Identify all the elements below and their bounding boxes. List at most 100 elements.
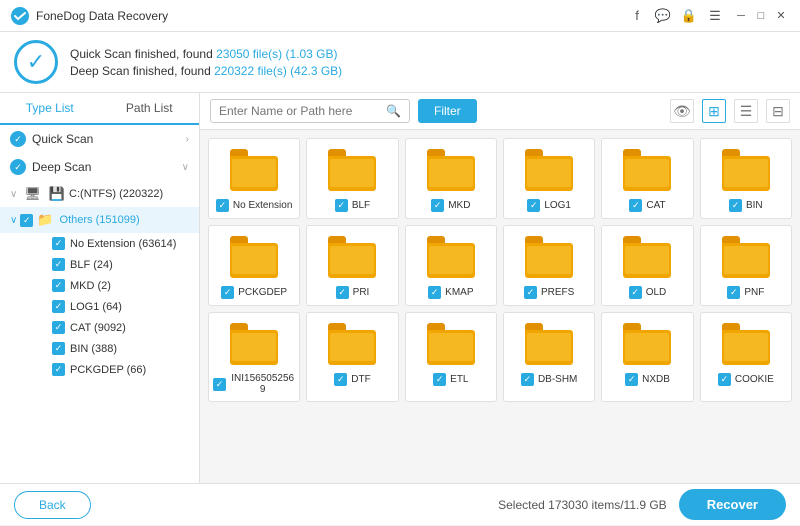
log1-label: LOG1 (64) [70,301,122,313]
message-icon[interactable]: 💬 [654,7,672,25]
file-checkbox[interactable]: ✓ [428,286,441,299]
complete-icon: ✓ [14,40,58,84]
file-checkbox[interactable]: ✓ [335,199,348,212]
folder-inner [724,246,768,274]
file-item[interactable]: ✓ INI1565052569 [208,312,300,402]
tab-path-list[interactable]: Path List [100,93,200,123]
file-label: OLD [646,287,667,298]
sidebar-item-deep-scan[interactable]: ✓ Deep Scan ∨ [0,153,199,181]
file-checkbox[interactable]: ✓ [213,378,226,391]
folder-inner [429,333,473,361]
file-checkbox[interactable]: ✓ [527,199,540,212]
lock-icon[interactable]: 🔒 [680,7,698,25]
sidebar-item-others[interactable]: ∨ ✓ 📁 Others (151099) [0,207,199,233]
subitem-blf[interactable]: ✓ BLF (24) [0,254,199,275]
folder-tab [623,236,641,243]
folder-icon-lg [427,323,475,365]
no-extension-checkbox[interactable]: ✓ [52,237,65,250]
file-checkbox[interactable]: ✓ [629,286,642,299]
main-layout: Type List Path List ✓ Quick Scan › ✓ Dee… [0,93,800,483]
folder-icon-lg [427,236,475,278]
folder-tab [230,323,248,330]
folder-tab [525,323,543,330]
file-item[interactable]: ✓ PNF [700,225,792,306]
file-item[interactable]: ✓ PCKGDEP [208,225,300,306]
others-checkbox[interactable]: ✓ [20,214,33,227]
file-checkbox[interactable]: ✓ [727,286,740,299]
deep-scan-result: Deep Scan finished, found 220322 file(s)… [70,64,342,78]
file-checkbox[interactable]: ✓ [524,286,537,299]
file-item[interactable]: ✓ NXDB [601,312,693,402]
subitem-bin[interactable]: ✓ BIN (388) [0,338,199,359]
eye-view-icon[interactable]: 👁 [670,99,694,123]
file-checkbox[interactable]: ✓ [629,199,642,212]
sidebar-item-quick-scan[interactable]: ✓ Quick Scan › [0,125,199,153]
file-item[interactable]: ✓ DB-SHM [503,312,595,402]
maximize-button[interactable]: □ [752,7,770,25]
subitem-no-extension[interactable]: ✓ No Extension (63614) [0,233,199,254]
file-checkbox[interactable]: ✓ [625,373,638,386]
list-view-icon[interactable]: ☰ [734,99,758,123]
bin-label: BIN (388) [70,343,117,355]
file-item[interactable]: ✓ LOG1 [503,138,595,219]
file-item[interactable]: ✓ BIN [700,138,792,219]
tab-type-list[interactable]: Type List [0,93,100,125]
subitem-mkd[interactable]: ✓ MKD (2) [0,275,199,296]
log1-checkbox[interactable]: ✓ [52,300,65,313]
mkd-checkbox[interactable]: ✓ [52,279,65,292]
item-checkbox-wrap: ✓ DB-SHM [521,373,577,386]
hdd-icon: 💾 [49,186,65,202]
recover-button[interactable]: Recover [679,489,786,520]
folder-tab [328,236,346,243]
blf-checkbox[interactable]: ✓ [52,258,65,271]
back-button[interactable]: Back [14,491,91,519]
sidebar-items: ✓ Quick Scan › ✓ Deep Scan ∨ ∨ 🖥 💾 C:(NT… [0,125,199,483]
item-checkbox-wrap: ✓ PREFS [524,286,574,299]
file-checkbox[interactable]: ✓ [521,373,534,386]
file-checkbox[interactable]: ✓ [334,373,347,386]
sidebar-tabs: Type List Path List [0,93,199,125]
file-label: MKD [448,200,470,211]
file-item[interactable]: ✓ KMAP [405,225,497,306]
grid-view-icon[interactable]: ⊞ [702,99,726,123]
subitem-log1[interactable]: ✓ LOG1 (64) [0,296,199,317]
filter-button[interactable]: Filter [418,99,477,123]
file-checkbox[interactable]: ✓ [336,286,349,299]
file-checkbox[interactable]: ✓ [433,373,446,386]
file-label: PRI [353,287,370,298]
minimize-button[interactable]: ─ [732,7,750,25]
folder-body [328,156,376,191]
folder-tab [722,236,740,243]
bin-checkbox[interactable]: ✓ [52,342,65,355]
file-checkbox[interactable]: ✓ [216,199,229,212]
file-checkbox[interactable]: ✓ [431,199,444,212]
search-box[interactable]: 🔍 [210,99,410,123]
file-item[interactable]: ✓ COOKIE [700,312,792,402]
facebook-icon[interactable]: f [628,7,646,25]
subitem-cat[interactable]: ✓ CAT (9092) [0,317,199,338]
item-checkbox-wrap: ✓ OLD [629,286,667,299]
pckgdep-checkbox[interactable]: ✓ [52,363,65,376]
file-item[interactable]: ✓ PRI [306,225,398,306]
detail-view-icon[interactable]: ⊟ [766,99,790,123]
subitem-pckgdep[interactable]: ✓ PCKGDEP (66) [0,359,199,380]
folder-body [525,156,573,191]
menu-icon[interactable]: ☰ [706,7,724,25]
folder-body [230,156,278,191]
file-item[interactable]: ✓ OLD [601,225,693,306]
file-item[interactable]: ✓ PREFS [503,225,595,306]
file-item[interactable]: ✓ CAT [601,138,693,219]
sidebar-item-drive[interactable]: ∨ 🖥 💾 C:(NTFS) (220322) [0,181,199,207]
cat-checkbox[interactable]: ✓ [52,321,65,334]
file-checkbox[interactable]: ✓ [729,199,742,212]
file-item[interactable]: ✓ BLF [306,138,398,219]
file-item[interactable]: ✓ DTF [306,312,398,402]
close-button[interactable]: ✕ [772,7,790,25]
file-item[interactable]: ✓ MKD [405,138,497,219]
folder-inner [330,246,374,274]
file-item[interactable]: ✓ No Extension [208,138,300,219]
file-checkbox[interactable]: ✓ [718,373,731,386]
search-input[interactable] [219,104,386,118]
file-checkbox[interactable]: ✓ [221,286,234,299]
file-item[interactable]: ✓ ETL [405,312,497,402]
